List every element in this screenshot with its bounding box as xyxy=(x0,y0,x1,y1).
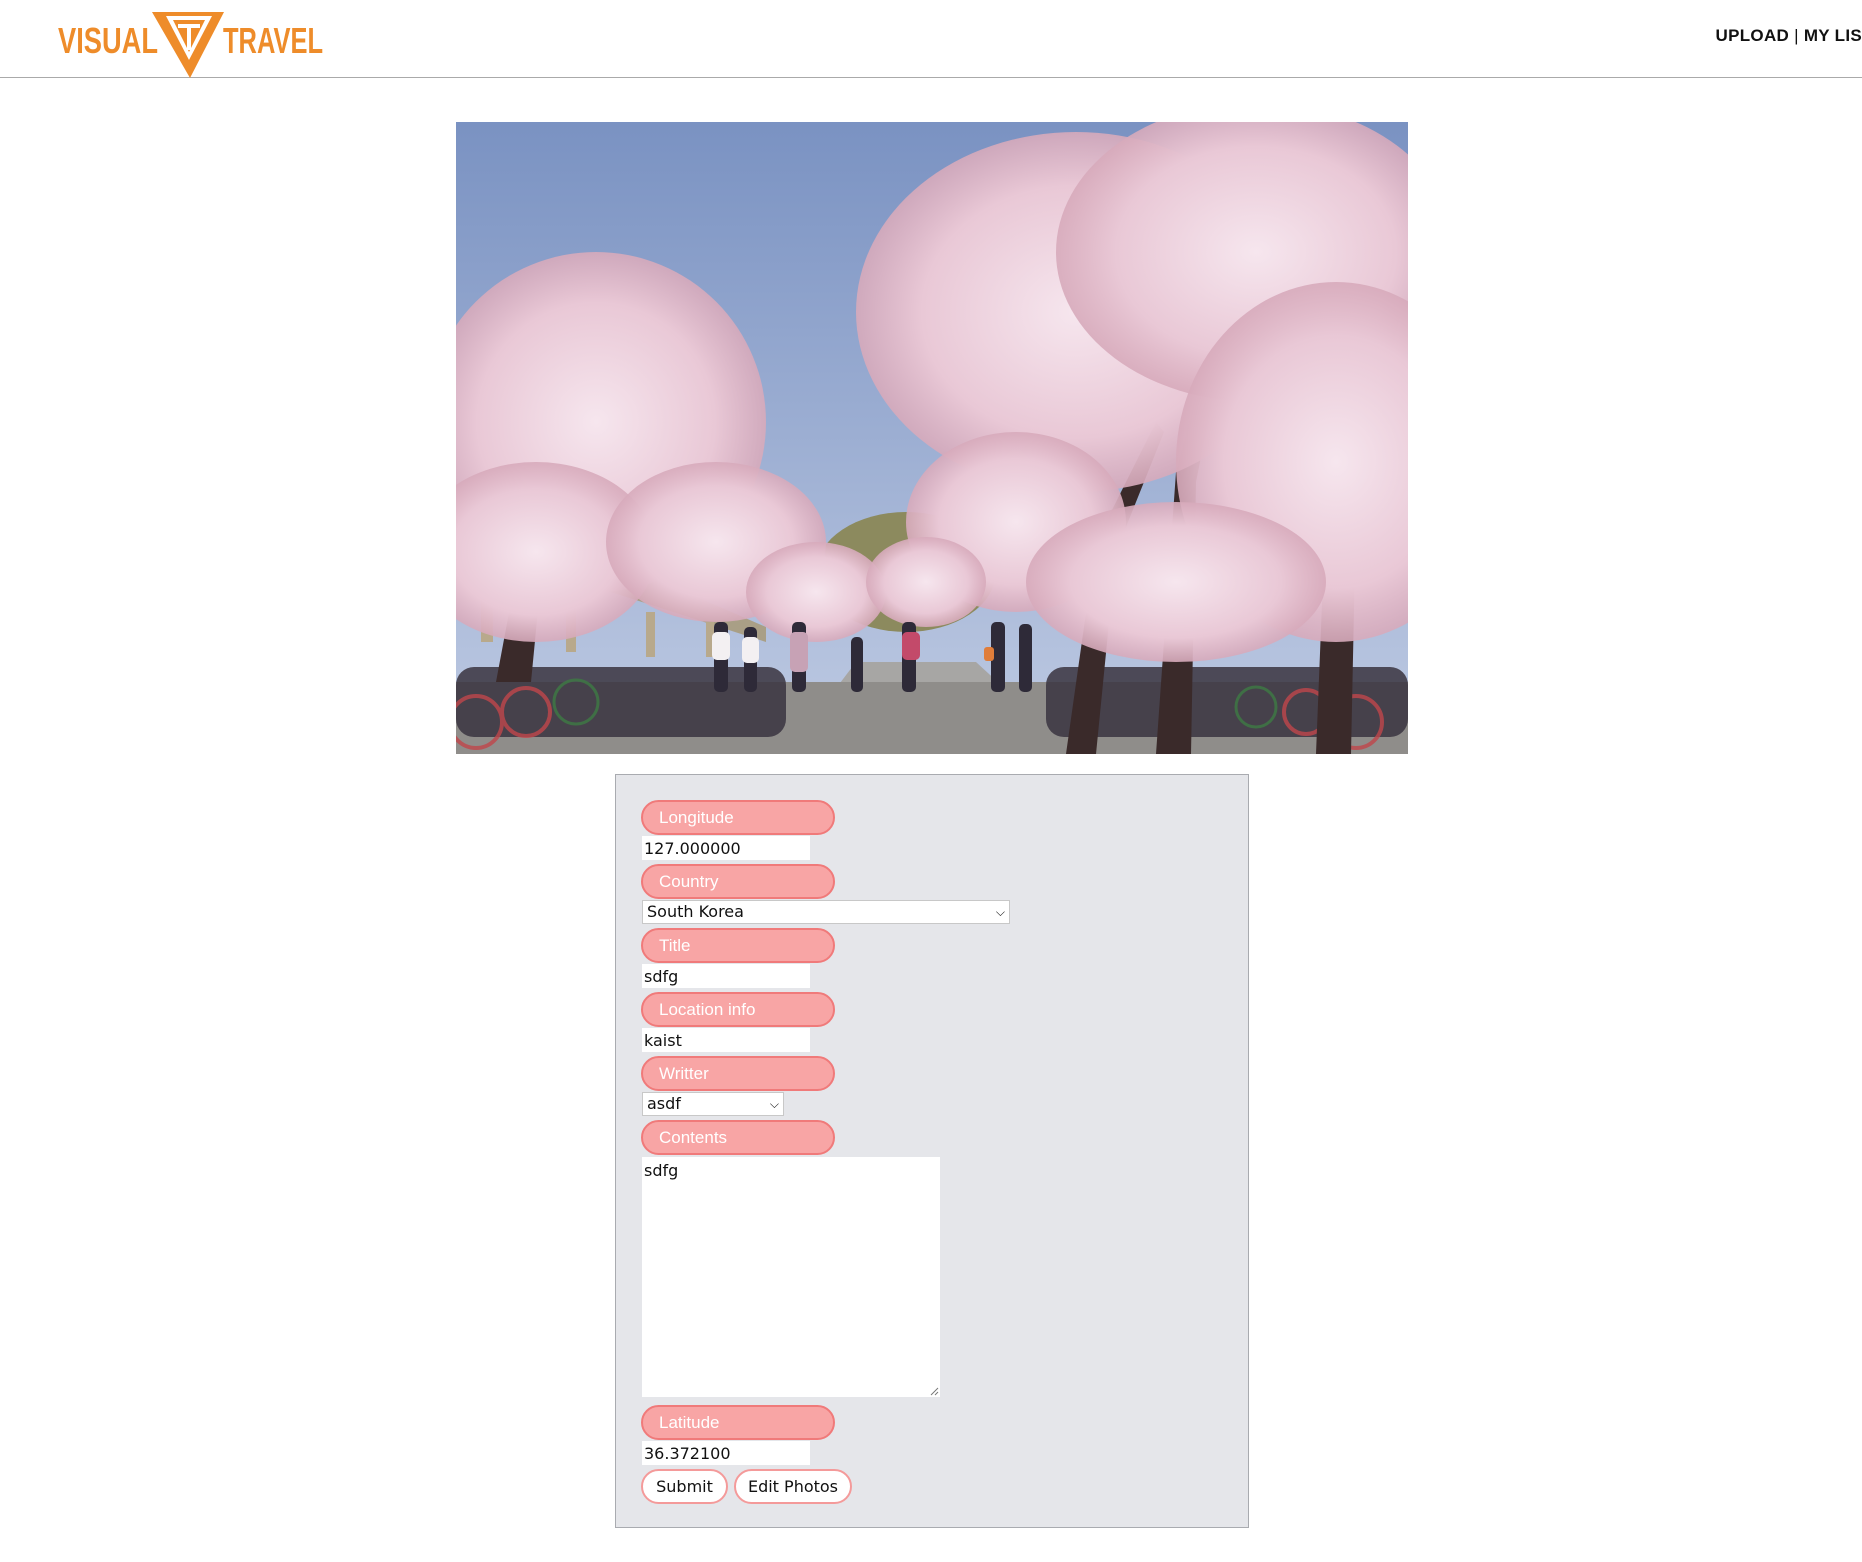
writer-select-value: asdf xyxy=(647,1094,681,1113)
location-info-input[interactable] xyxy=(642,1028,810,1052)
resize-grip-icon[interactable] xyxy=(930,1387,939,1396)
title-label: Title xyxy=(641,928,835,963)
country-label: Country xyxy=(641,864,835,899)
chevron-down-icon: ⌵ xyxy=(995,905,1005,919)
nav-my-list-link[interactable]: MY LIS xyxy=(1804,26,1862,45)
contents-textarea[interactable]: sdfg xyxy=(642,1157,940,1397)
writer-label: Writter xyxy=(641,1056,835,1091)
logo-text-left: VISUAL xyxy=(58,20,158,61)
logo-text-right: TRAVEL xyxy=(223,20,323,61)
edit-photos-button[interactable]: Edit Photos xyxy=(734,1469,852,1504)
location-info-label: Location info xyxy=(641,992,835,1027)
writer-select[interactable]: asdf ⌵ xyxy=(642,1092,784,1116)
nav-upload-link[interactable]: UPLOAD xyxy=(1716,26,1790,45)
title-input[interactable] xyxy=(642,964,810,988)
latitude-input[interactable] xyxy=(642,1441,810,1465)
submit-button[interactable]: Submit xyxy=(641,1469,728,1504)
longitude-label: Longitude xyxy=(641,800,835,835)
latitude-label: Latitude xyxy=(641,1405,835,1440)
top-nav: UPLOAD | MY LIS xyxy=(1716,26,1862,46)
nav-separator: | xyxy=(1794,26,1799,45)
contents-textarea-value: sdfg xyxy=(644,1161,679,1180)
photo-details-form: Longitude Country South Korea ⌵ Title Lo… xyxy=(615,774,1249,1528)
contents-label: Contents xyxy=(641,1120,835,1155)
country-select[interactable]: South Korea ⌵ xyxy=(642,900,1010,924)
visual-travel-logo[interactable]: VISUAL TRAVEL xyxy=(56,10,326,80)
cherry-blossom-photo xyxy=(456,122,1408,754)
country-select-value: South Korea xyxy=(647,902,744,921)
header-bar: VISUAL TRAVEL UPLOAD | MY LIS xyxy=(0,0,1862,78)
longitude-input[interactable] xyxy=(642,836,810,860)
chevron-down-icon: ⌵ xyxy=(769,1097,779,1111)
uploaded-photo xyxy=(456,122,1408,754)
